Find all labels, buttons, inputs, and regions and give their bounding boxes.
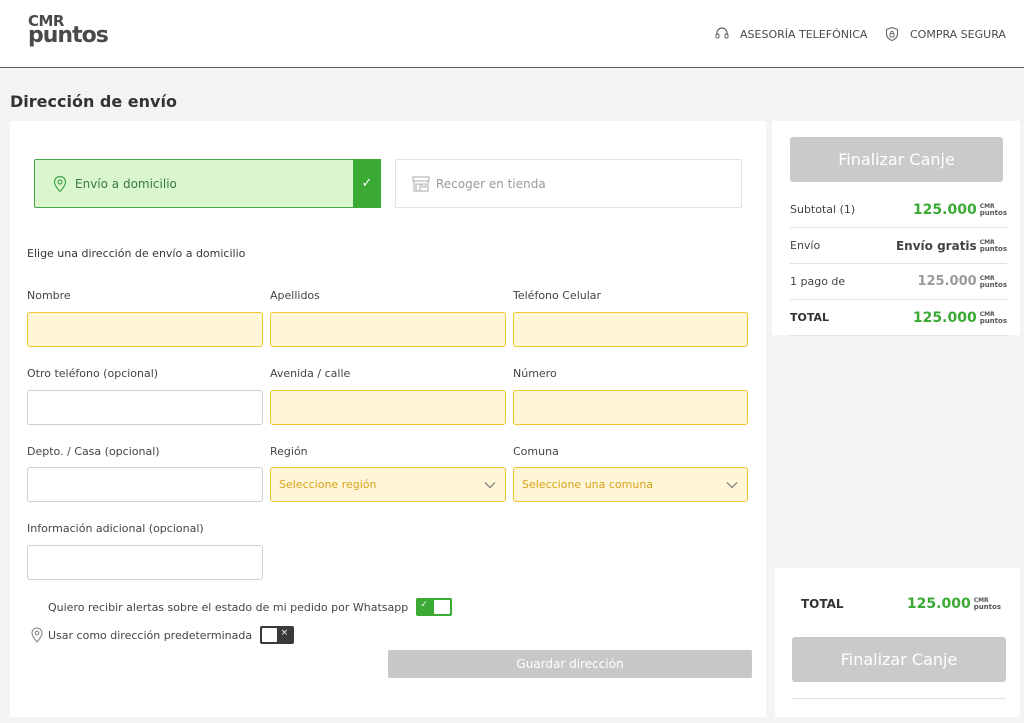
store-pickup-label: Recoger en tienda	[436, 176, 546, 191]
sticky-total-panel: TOTAL 125.000 CMR puntos Finalizar Canje	[775, 568, 1020, 717]
home-delivery-option[interactable]: Envío a domicilio ✓	[34, 159, 381, 208]
region-label: Región	[270, 445, 308, 458]
whatsapp-alert-row: Quiero recibir alertas sobre el estado d…	[48, 598, 453, 616]
shield-lock-icon	[885, 26, 899, 42]
otro-telefono-label: Otro teléfono (opcional)	[27, 367, 159, 380]
toggle-knob	[434, 600, 451, 614]
shipping-value: Envío gratis CMR puntos	[896, 239, 1007, 253]
unit-bottom: puntos	[979, 244, 1007, 253]
subtotal-amount: 125.000	[912, 201, 977, 218]
installment-row: 1 pago de 125.000 CMR puntos	[790, 264, 1007, 300]
total-row: TOTAL 125.000 CMR puntos	[790, 300, 1007, 336]
phone-advice-link[interactable]: ASESORÍA TELEFÓNICA	[714, 26, 867, 42]
total-value: 125.000 CMR puntos	[913, 310, 1007, 326]
telefono-input[interactable]	[513, 312, 748, 347]
info-input[interactable]	[27, 545, 263, 580]
sticky-total-label: TOTAL	[801, 597, 844, 611]
info-label: Información adicional (opcional)	[27, 522, 204, 535]
default-address-toggle[interactable]: ×	[260, 626, 295, 644]
cmr-puntos-badge: CMR puntos	[979, 239, 1007, 253]
numero-input[interactable]	[513, 390, 748, 425]
otro-telefono-input[interactable]	[27, 390, 263, 425]
divider	[792, 698, 1006, 699]
order-summary-panel: Finalizar Canje Subtotal (1) 125.000 CMR…	[772, 121, 1020, 336]
sticky-total-value: 125.000 CMR puntos	[907, 596, 1001, 612]
secure-purchase-link[interactable]: COMPRA SEGURA	[884, 26, 1006, 42]
calle-input[interactable]	[270, 390, 506, 425]
numero-label: Número	[513, 367, 557, 380]
comuna-select[interactable]: Seleccione una comuna	[513, 467, 748, 502]
region-select[interactable]: Seleccione región	[270, 467, 506, 502]
location-pin-icon	[31, 627, 43, 643]
cmr-puntos-badge: CMR puntos	[979, 311, 1007, 325]
shipping-amount: Envío gratis	[895, 238, 977, 253]
cmr-puntos-badge: CMR puntos	[973, 598, 1001, 611]
store-icon	[412, 176, 430, 191]
installment-value: 125.000 CMR puntos	[917, 274, 1007, 289]
finalize-exchange-button[interactable]: Finalizar Canje	[790, 137, 1003, 182]
cmr-puntos-badge: CMR puntos	[979, 275, 1007, 289]
apellidos-input[interactable]	[270, 312, 506, 347]
telefono-label: Teléfono Celular	[513, 289, 602, 302]
shipping-label: Envío	[790, 239, 821, 252]
chevron-down-icon	[726, 482, 738, 489]
default-address-label: Usar como dirección predeterminada	[48, 628, 253, 642]
unit-bottom: puntos	[973, 603, 1001, 611]
installment-label: 1 pago de	[790, 275, 846, 288]
chevron-down-icon	[484, 482, 496, 489]
save-address-button[interactable]: Guardar dirección	[388, 650, 752, 678]
store-pickup-option[interactable]: Recoger en tienda	[395, 159, 742, 208]
nombre-input[interactable]	[27, 312, 263, 347]
unit-bottom: puntos	[979, 280, 1007, 289]
headset-icon	[715, 27, 729, 39]
depto-label: Depto. / Casa (opcional)	[27, 445, 160, 458]
location-pin-icon	[53, 175, 67, 192]
unit-bottom: puntos	[979, 208, 1007, 217]
logo-bottom-text: puntos	[28, 23, 109, 48]
top-header: CMR puntos ASESORÍA TELEFÓNICA COMPRA SE…	[0, 0, 1024, 68]
calle-label: Avenida / calle	[270, 367, 351, 380]
home-delivery-label: Envío a domicilio	[75, 176, 177, 191]
sticky-total-amount: 125.000	[906, 596, 971, 612]
close-icon: ×	[280, 628, 289, 638]
sticky-total-row: TOTAL 125.000 CMR puntos	[801, 596, 1001, 612]
secure-purchase-label: COMPRA SEGURA	[910, 27, 1006, 41]
unit-bottom: puntos	[979, 316, 1007, 325]
whatsapp-alert-label: Quiero recibir alertas sobre el estado d…	[48, 600, 409, 614]
cmr-puntos-logo[interactable]: CMR puntos	[28, 14, 109, 48]
cmr-puntos-badge: CMR puntos	[979, 203, 1007, 217]
nombre-label: Nombre	[27, 289, 71, 302]
comuna-placeholder: Seleccione una comuna	[522, 478, 654, 491]
subtotal-row: Subtotal (1) 125.000 CMR puntos	[790, 192, 1007, 228]
comuna-label: Comuna	[513, 445, 559, 458]
shipping-form-panel: Envío a domicilio ✓ Recoger en tienda El…	[10, 121, 766, 717]
form-subtitle: Elige una dirección de envío a domicilio	[27, 247, 246, 260]
default-address-row: Usar como dirección predeterminada ×	[30, 626, 295, 644]
toggle-knob	[262, 628, 278, 642]
checkmark-icon: ✓	[420, 600, 428, 610]
shipping-row: Envío Envío gratis CMR puntos	[790, 228, 1007, 264]
total-label: TOTAL	[790, 311, 830, 324]
region-placeholder: Seleccione región	[279, 478, 377, 491]
checkmark-icon: ✓	[353, 159, 381, 208]
phone-advice-label: ASESORÍA TELEFÓNICA	[740, 27, 868, 41]
apellidos-label: Apellidos	[270, 289, 320, 302]
total-amount: 125.000	[912, 309, 977, 326]
page-title: Dirección de envío	[10, 92, 177, 111]
subtotal-label: Subtotal (1)	[790, 203, 856, 216]
depto-input[interactable]	[27, 467, 263, 502]
sticky-finalize-button[interactable]: Finalizar Canje	[792, 637, 1006, 682]
subtotal-value: 125.000 CMR puntos	[913, 202, 1007, 218]
whatsapp-toggle[interactable]: ✓	[416, 598, 453, 616]
installment-amount: 125.000	[917, 274, 977, 289]
